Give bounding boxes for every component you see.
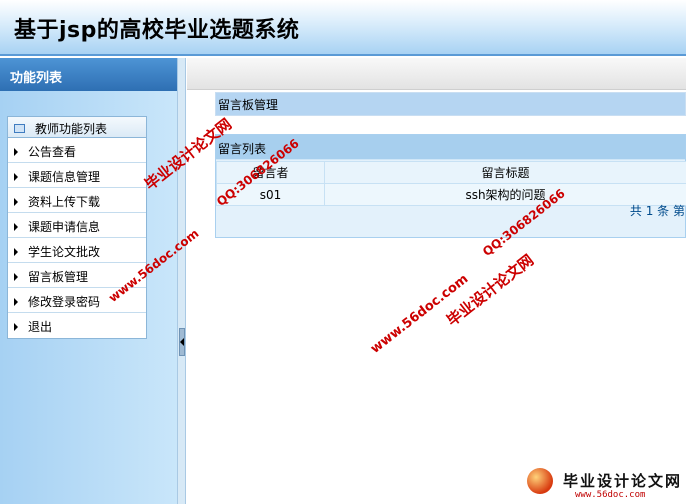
sidebar-item-label: 课题信息管理 [28,170,101,184]
arrow-right-icon [14,272,18,281]
sidebar-item-file-transfer[interactable]: 资料上传下载 [8,188,146,213]
arrow-right-icon [14,172,18,181]
sidebar-item-announcements[interactable]: 公告查看 [8,138,146,163]
sidebar-item-thesis-review[interactable]: 学生论文批改 [8,238,146,263]
column-header-subject: 留言标题 [324,161,686,184]
collapse-sidebar-button[interactable] [179,328,185,356]
arrow-right-icon [14,197,18,206]
arrow-right-icon [14,322,18,331]
menu-group-teacher[interactable]: 教师功能列表 [8,117,146,138]
arrow-right-icon [14,297,18,306]
sidebar-item-logout[interactable]: 退出 [8,313,146,338]
panel-splitter[interactable] [177,58,186,504]
sidebar-item-topic-management[interactable]: 课题信息管理 [8,163,146,188]
site-logo: 毕业设计论文网 www.56doc.com [523,466,686,504]
sidebar-item-label: 资料上传下载 [28,195,101,209]
arrow-right-icon [14,147,18,156]
function-menu: 教师功能列表 公告查看 课题信息管理 资料上传下载 课题申请信息 学生论文批改 … [7,116,147,339]
table-row[interactable]: s01 ssh架构的问题 [216,183,686,206]
main-topbar [187,58,686,90]
sidebar-item-label: 留言板管理 [28,270,89,284]
sidebar-item-label: 退出 [28,320,53,334]
arrow-right-icon [14,247,18,256]
sidebar-item-label: 学生论文批改 [28,245,101,259]
menu-group-label: 教师功能列表 [35,122,108,136]
page-title: 留言板管理 [215,92,686,116]
app-header: 基于jsp的高校毕业选题系统 [0,0,686,56]
globe-logo-icon [527,468,553,494]
pager-text: 共 1 条 第 [629,204,685,218]
sidebar-title: 功能列表 [0,58,177,91]
sidebar-item-label: 修改登录密码 [28,295,101,309]
main-content: 留言板管理 留言列表 留言者 留言标题 s01 ssh架构的问题 共 1 条 第 [187,58,686,504]
sidebar-item-topic-applications[interactable]: 课题申请信息 [8,213,146,238]
sidebar-item-label: 课题申请信息 [28,220,101,234]
folder-icon [14,124,25,133]
table-header-row: 留言者 留言标题 [216,161,686,184]
logo-url: www.56doc.com [575,490,646,500]
logo-name: 毕业设计论文网 [563,472,683,490]
message-table: 留言者 留言标题 s01 ssh架构的问题 [216,161,686,206]
arrow-right-icon [14,222,18,231]
arrow-left-icon [180,338,184,346]
sidebar-item-label: 公告查看 [28,145,77,159]
app-title: 基于jsp的高校毕业选题系统 [14,18,300,43]
